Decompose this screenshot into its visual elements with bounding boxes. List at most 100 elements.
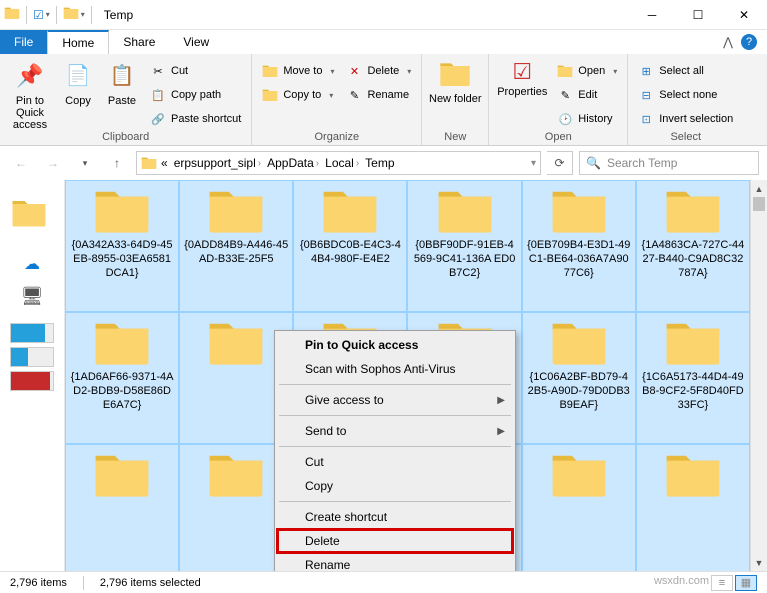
cut-button[interactable]: ✂Cut <box>146 60 245 82</box>
vertical-scrollbar[interactable]: ▲ ▼ <box>750 180 767 571</box>
folder-icon <box>549 319 609 367</box>
select-none-button[interactable]: ⊟Select none <box>634 84 737 106</box>
new-folder-button[interactable]: New folder <box>428 56 482 105</box>
pin-quick-access-button[interactable]: 📌 Pin to Quick access <box>6 56 54 131</box>
group-new-label: New <box>428 131 482 145</box>
ctx-copy[interactable]: Copy <box>277 474 513 498</box>
forward-button[interactable]: → <box>40 150 66 176</box>
tab-home[interactable]: Home <box>47 30 109 54</box>
ctx-shortcut[interactable]: Create shortcut <box>277 505 513 529</box>
folder-item[interactable]: {0EB709B4-E3D1-49C1-BE64-036A7A9077C6} <box>522 180 636 312</box>
folder-item[interactable] <box>636 444 750 571</box>
address-folder-icon <box>141 155 157 171</box>
scroll-up-icon[interactable]: ▲ <box>751 180 767 197</box>
refresh-button[interactable]: ⟳ <box>547 151 573 175</box>
folder-name: {0BBF90DF-91EB-4569-9C41-136A ED0B7C2} <box>412 239 516 280</box>
crumb-2[interactable]: Local› <box>323 156 361 170</box>
ctx-give-access[interactable]: Give access to▶ <box>277 388 513 412</box>
group-clipboard-label: Clipboard <box>6 131 245 145</box>
search-placeholder: Search Temp <box>607 156 677 170</box>
search-input[interactable]: 🔍 Search Temp <box>579 151 759 175</box>
address-dropdown-icon[interactable]: ▾ <box>531 158 536 169</box>
watermark: wsxdn.com <box>654 575 709 591</box>
paste-button[interactable]: 📋 Paste <box>102 56 142 107</box>
edit-button[interactable]: ✎Edit <box>553 84 621 106</box>
drive-d[interactable] <box>10 347 54 367</box>
this-pc-icon[interactable]: 🖥 <box>0 286 64 307</box>
qat-down-icon[interactable]: ▾ <box>81 10 85 19</box>
cut-icon: ✂ <box>150 63 166 79</box>
tab-view[interactable]: View <box>169 30 223 54</box>
properties-button[interactable]: ☑ Properties <box>495 56 549 98</box>
search-icon: 🔍 <box>586 156 601 170</box>
scroll-thumb[interactable] <box>753 197 765 211</box>
paste-shortcut-button[interactable]: 🔗Paste shortcut <box>146 108 245 130</box>
open-button[interactable]: Open▾ <box>553 60 621 82</box>
crumb-3[interactable]: Temp <box>363 156 396 170</box>
qat-checkbox-icon[interactable]: ☑ <box>33 8 44 22</box>
folder-item[interactable]: {1C6A5173-44D4-49B8-9CF2-5F8D40FD33FC} <box>636 312 750 444</box>
folder-icon <box>206 451 266 499</box>
history-button[interactable]: 🕑History <box>553 108 621 130</box>
onedrive-icon[interactable]: ☁ <box>0 254 64 274</box>
move-to-button[interactable]: Move to▾ <box>258 60 338 82</box>
file-list[interactable]: {0A342A33-64D9-45EB-8955-03EA6581DCA1}{0… <box>65 180 750 571</box>
copy-button[interactable]: 📄 Copy <box>58 56 98 107</box>
nav-folder-icon <box>11 198 47 228</box>
history-icon: 🕑 <box>557 111 573 127</box>
view-icons-button[interactable]: ▦ <box>735 575 757 591</box>
recent-dropdown[interactable]: ▾ <box>72 150 98 176</box>
ctx-cut[interactable]: Cut <box>277 450 513 474</box>
back-button[interactable]: ← <box>8 150 34 176</box>
ctx-delete[interactable]: Delete <box>277 529 513 553</box>
help-icon[interactable]: ? <box>741 34 757 50</box>
window-title: Temp <box>104 8 133 22</box>
folder-name: {0B6BDC0B-E4C3-44B4-980F-E4E2 <box>298 239 402 267</box>
tab-share[interactable]: Share <box>109 30 169 54</box>
copy-path-icon: 📋 <box>150 87 166 103</box>
folder-item[interactable]: {1C06A2BF-BD79-42B5-A90D-79D0DB3B9EAF} <box>522 312 636 444</box>
folder-item[interactable]: {0A342A33-64D9-45EB-8955-03EA6581DCA1} <box>65 180 179 312</box>
crumb-0[interactable]: erpsupport_sipl› <box>172 156 263 170</box>
properties-icon: ☑ <box>512 59 532 84</box>
ribbon-collapse-icon[interactable]: ⋀ <box>723 35 733 49</box>
maximize-button[interactable]: ☐ <box>675 0 721 30</box>
copy-icon: 📄 <box>66 65 91 87</box>
up-button[interactable]: ↑ <box>104 150 130 176</box>
ctx-pin[interactable]: Pin to Quick access <box>277 333 513 357</box>
folder-item[interactable] <box>522 444 636 571</box>
folder-icon <box>92 187 152 235</box>
folder-item[interactable]: {0ADD84B9-A446-45AD-B33E-25F5 <box>179 180 293 312</box>
qat-folder-icon <box>63 5 79 24</box>
copy-to-button[interactable]: Copy to▾ <box>258 84 338 106</box>
folder-icon <box>435 187 495 235</box>
copy-path-button[interactable]: 📋Copy path <box>146 84 245 106</box>
pin-icon: 📌 <box>16 64 43 88</box>
invert-selection-button[interactable]: ⊡Invert selection <box>634 108 737 130</box>
scroll-down-icon[interactable]: ▼ <box>751 554 767 571</box>
folder-item[interactable] <box>65 444 179 571</box>
close-button[interactable]: ✕ <box>721 0 767 30</box>
folder-item[interactable]: {1AD6AF66-9371-4AD2-BDB9-D58E86DE6A7C} <box>65 312 179 444</box>
drive-e[interactable] <box>10 371 54 391</box>
folder-icon <box>549 187 609 235</box>
minimize-button[interactable]: ─ <box>629 0 675 30</box>
qat-dropdown-icon[interactable]: ▾ <box>46 10 50 19</box>
rename-button[interactable]: ✎Rename <box>342 84 415 106</box>
select-all-button[interactable]: ⊞Select all <box>634 60 737 82</box>
view-details-button[interactable]: ≡ <box>711 575 733 591</box>
delete-button[interactable]: ✕Delete▾ <box>342 60 415 82</box>
folder-icon <box>206 319 266 367</box>
tab-file[interactable]: File <box>0 30 47 54</box>
folder-item[interactable]: {0BBF90DF-91EB-4569-9C41-136A ED0B7C2} <box>407 180 521 312</box>
ctx-send-to[interactable]: Send to▶ <box>277 419 513 443</box>
ctx-sophos[interactable]: Scan with Sophos Anti-Virus <box>277 357 513 381</box>
drive-c[interactable] <box>10 323 54 343</box>
address-bar[interactable]: « erpsupport_sipl› AppData› Local› Temp … <box>136 151 541 175</box>
status-selected: 2,796 items selected <box>100 577 201 589</box>
ctx-rename[interactable]: Rename <box>277 553 513 571</box>
navigation-pane[interactable]: ☁ 🖥 <box>0 180 65 571</box>
crumb-1[interactable]: AppData› <box>265 156 321 170</box>
folder-item[interactable]: {1A4863CA-727C-4427-B440-C9AD8C32787A} <box>636 180 750 312</box>
folder-item[interactable]: {0B6BDC0B-E4C3-44B4-980F-E4E2 <box>293 180 407 312</box>
